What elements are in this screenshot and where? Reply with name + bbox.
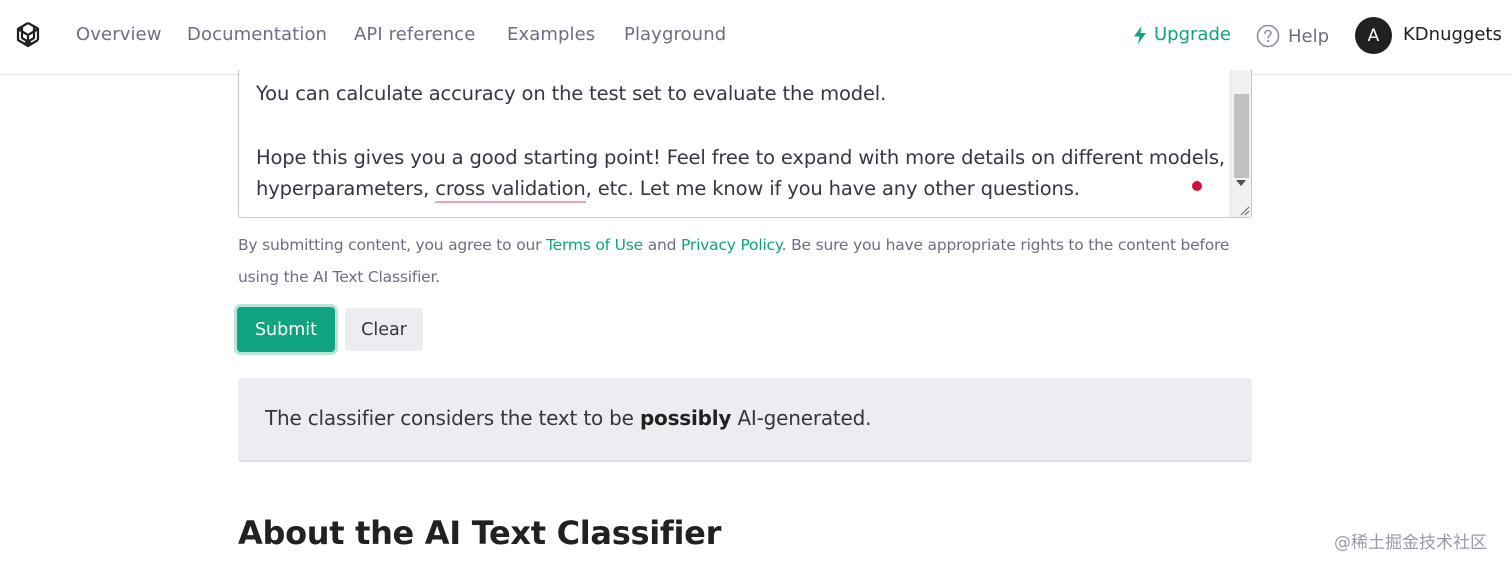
nav-overview[interactable]: Overview	[76, 24, 162, 45]
textarea-text: , etc. Let me know if you have any other…	[585, 177, 1080, 200]
spellcheck-misspelled-word[interactable]: cross validation	[435, 177, 586, 203]
textarea-text: hyperparameters,	[256, 177, 436, 200]
scrollbar-thumb[interactable]	[1234, 94, 1249, 178]
result-prefix: The classifier considers the text to be	[265, 406, 640, 430]
resize-handle-icon[interactable]	[1238, 204, 1250, 216]
question-circle-icon	[1256, 24, 1280, 48]
upgrade-link[interactable]: Upgrade	[1132, 24, 1231, 45]
recording-indicator-dot	[1192, 181, 1202, 191]
nav-api-reference[interactable]: API reference	[354, 24, 475, 45]
submit-button[interactable]: Submit	[237, 307, 335, 352]
text-input-area[interactable]: You can calculate accuracy on the test s…	[238, 70, 1252, 218]
avatar[interactable]: A	[1355, 17, 1392, 54]
textarea-scrollbar[interactable]	[1230, 70, 1251, 217]
disclaimer-text: and	[643, 236, 682, 254]
watermark: @稀土掘金技术社区	[1334, 533, 1487, 553]
nav-documentation[interactable]: Documentation	[187, 24, 327, 45]
textarea-line: Hope this gives you a good starting poin…	[256, 146, 1225, 169]
username[interactable]: KDnuggets	[1403, 24, 1502, 45]
textarea-paragraph: Hope this gives you a good starting poin…	[256, 142, 1225, 204]
scroll-down-arrow-icon[interactable]	[1236, 180, 1246, 186]
about-section-heading: About the AI Text Classifier	[238, 514, 722, 552]
result-verdict: possibly	[639, 406, 732, 430]
classification-result: The classifier considers the text to be …	[238, 378, 1252, 462]
help-label: Help	[1288, 25, 1330, 47]
result-suffix: AI-generated.	[731, 406, 872, 430]
terms-disclaimer: By submitting content, you agree to our …	[238, 229, 1252, 293]
result-text: The classifier considers the text to be …	[265, 406, 871, 430]
top-navigation: Overview Documentation API reference Exa…	[0, 0, 1512, 75]
terms-of-use-link[interactable]: Terms of Use	[546, 236, 643, 254]
nav-playground[interactable]: Playground	[624, 24, 726, 45]
disclaimer-text: By submitting content, you agree to our	[238, 236, 546, 254]
clear-button[interactable]: Clear	[345, 308, 423, 351]
upgrade-label: Upgrade	[1154, 24, 1231, 45]
lightning-bolt-icon	[1134, 25, 1146, 44]
privacy-policy-link[interactable]: Privacy Policy	[681, 236, 782, 254]
help-link[interactable]: Help	[1256, 24, 1329, 48]
textarea-line: hyperparameters, cross validation, etc. …	[256, 173, 1225, 204]
nav-examples[interactable]: Examples	[507, 24, 595, 45]
textarea-line: You can calculate accuracy on the test s…	[256, 82, 887, 105]
openai-logo-icon[interactable]	[11, 19, 45, 53]
